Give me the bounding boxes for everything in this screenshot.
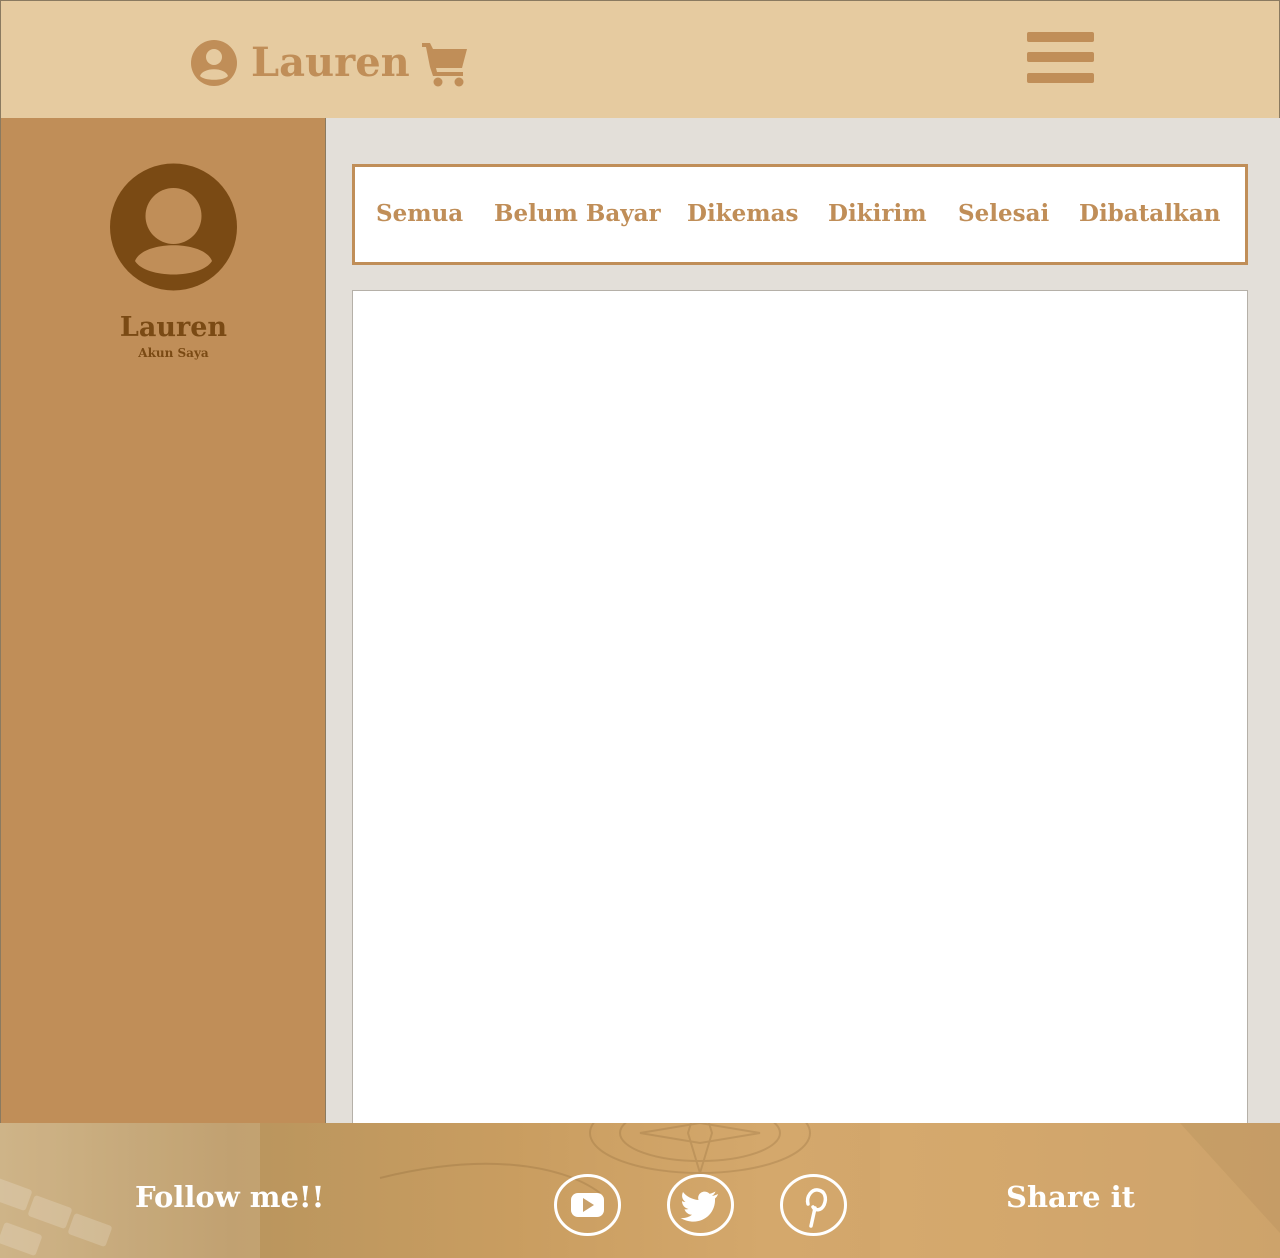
orders-panel	[352, 290, 1248, 1124]
profile-name: Lauren	[119, 312, 228, 343]
brand[interactable]: Lauren	[190, 35, 470, 91]
share-button[interactable]: Share it	[1006, 1180, 1135, 1214]
main-content: Semua Belum Bayar Dikemas Dikirim Selesa…	[326, 118, 1280, 1124]
user-avatar-icon	[110, 163, 237, 291]
user-circle-icon[interactable]	[190, 39, 238, 87]
footer: Follow me!! Share it	[0, 1123, 1280, 1258]
shopping-cart-icon[interactable]	[420, 39, 470, 87]
twitter-icon[interactable]	[667, 1174, 734, 1236]
follow-label: Follow me!!	[135, 1180, 325, 1214]
top-header: Lauren	[0, 0, 1280, 119]
youtube-icon[interactable]	[554, 1174, 621, 1236]
tab-dikirim[interactable]: Dikirim	[828, 200, 927, 227]
tab-belum-bayar[interactable]: Belum Bayar	[494, 200, 661, 227]
tab-selesai[interactable]: Selesai	[958, 200, 1049, 227]
account-link[interactable]: Akun Saya	[1, 346, 346, 360]
brand-name: Lauren	[251, 39, 410, 86]
tab-dibatalkan[interactable]: Dibatalkan	[1079, 200, 1221, 227]
hamburger-menu-icon[interactable]	[1027, 32, 1094, 84]
order-status-tabs: Semua Belum Bayar Dikemas Dikirim Selesa…	[352, 164, 1248, 265]
tab-semua[interactable]: Semua	[376, 200, 463, 227]
pinterest-icon[interactable]	[780, 1174, 847, 1236]
profile-sidebar: Lauren Akun Saya	[0, 118, 326, 1124]
tab-dikemas[interactable]: Dikemas	[687, 200, 798, 227]
